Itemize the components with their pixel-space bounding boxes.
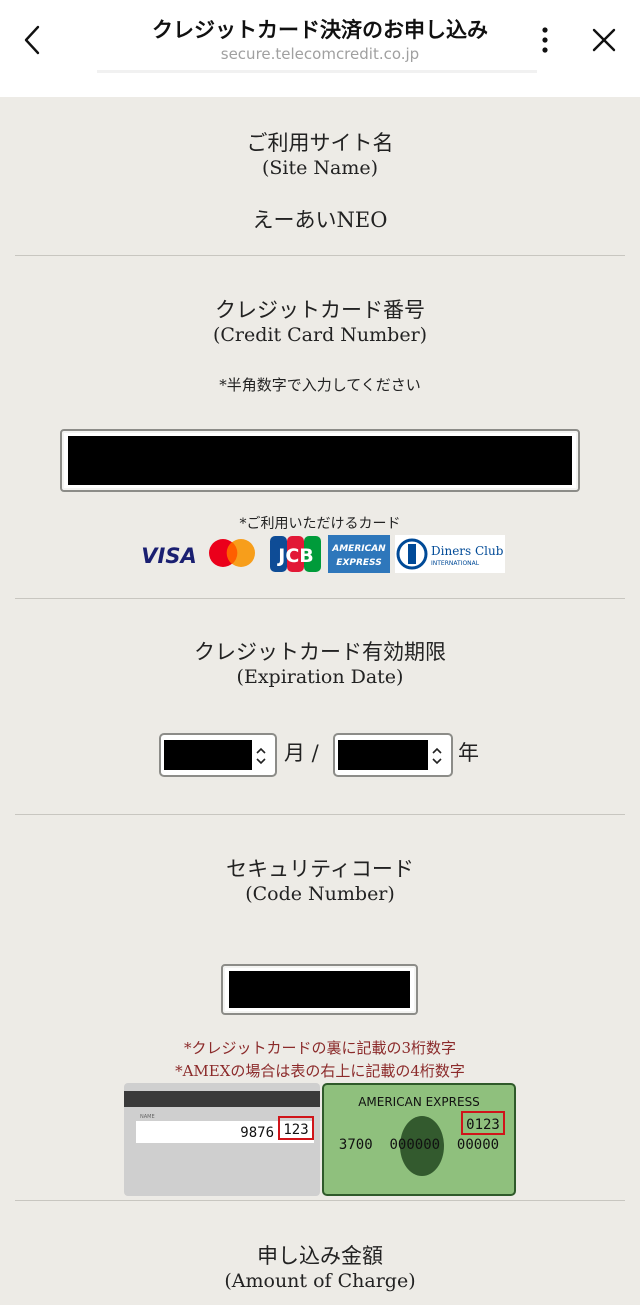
site-name-label: ご利用サイト名 bbox=[246, 131, 394, 155]
card-brand-logos: VISA JCB AMERICAN EXPRESS Diners Club IN… bbox=[140, 533, 510, 575]
amex-logo: AMERICAN EXPRESS bbox=[328, 535, 390, 573]
visa-logo: VISA bbox=[141, 544, 196, 568]
svg-text:9876: 9876 bbox=[240, 1125, 274, 1141]
redacted-value bbox=[68, 436, 572, 485]
card-back-illustration: NAME 9876 123 bbox=[124, 1083, 320, 1196]
mastercard-logo bbox=[209, 539, 255, 567]
chevron-updown-icon bbox=[432, 747, 442, 765]
year-unit: 年 bbox=[458, 741, 479, 765]
svg-text:VISA: VISA bbox=[141, 544, 196, 568]
page-title: クレジットカード決済のお申し込み bbox=[152, 18, 488, 42]
amex-front-illustration: AMERICAN EXPRESS 0123 3700 000000 00000 bbox=[322, 1083, 516, 1196]
amount-label-en: (Amount of Charge) bbox=[224, 1270, 416, 1292]
divider bbox=[15, 255, 625, 256]
card-number-input[interactable] bbox=[60, 429, 580, 492]
divider bbox=[15, 814, 625, 815]
card-number-hint: *半角数字で入力してください bbox=[219, 376, 421, 394]
card-number-label: クレジットカード番号 bbox=[215, 298, 425, 322]
security-code-label-en: (Code Number) bbox=[245, 883, 395, 905]
amount-label: 申し込み金額 bbox=[257, 1244, 383, 1268]
expiry-label: クレジットカード有効期限 bbox=[194, 640, 446, 664]
expiry-label-en: (Expiration Date) bbox=[236, 666, 404, 688]
svg-text:EXPRESS: EXPRESS bbox=[336, 558, 381, 568]
more-menu-icon[interactable] bbox=[530, 22, 560, 58]
svg-text:3700 000000 00000: 3700 000000 00000 bbox=[339, 1137, 499, 1153]
chevron-updown-icon bbox=[256, 747, 266, 765]
expiry-year-select[interactable] bbox=[333, 733, 453, 777]
svg-text:NAME: NAME bbox=[140, 1114, 155, 1120]
security-note-amex: *AMEXの場合は表の右上に記載の4桁数字 bbox=[175, 1062, 465, 1080]
divider bbox=[15, 598, 625, 599]
svg-text:AMERICAN: AMERICAN bbox=[331, 544, 386, 554]
accepted-cards-label: *ご利用いただけるカード bbox=[239, 516, 401, 532]
security-code-label: セキュリティコード bbox=[226, 857, 414, 881]
diners-club-logo: Diners Club INTERNATIONAL bbox=[395, 535, 505, 573]
svg-text:Diners Club: Diners Club bbox=[431, 544, 504, 558]
security-note-back: *クレジットカードの裏に記載の3桁数字 bbox=[183, 1039, 457, 1057]
site-name-value: えーあいNEO bbox=[252, 208, 388, 232]
svg-text:INTERNATIONAL: INTERNATIONAL bbox=[431, 560, 480, 567]
svg-text:0123: 0123 bbox=[466, 1117, 500, 1133]
back-icon[interactable] bbox=[14, 20, 50, 60]
expiry-month-select[interactable] bbox=[159, 733, 277, 777]
svg-text:AMERICAN EXPRESS: AMERICAN EXPRESS bbox=[358, 1095, 480, 1109]
redacted-value bbox=[164, 740, 252, 770]
card-number-label-en: (Credit Card Number) bbox=[212, 324, 428, 346]
month-unit: 月 / bbox=[284, 741, 319, 765]
jcb-logo: JCB bbox=[270, 536, 321, 572]
svg-text:JCB: JCB bbox=[276, 545, 314, 567]
redacted-value bbox=[338, 740, 428, 770]
close-icon[interactable] bbox=[586, 22, 622, 58]
svg-text:123: 123 bbox=[283, 1122, 308, 1138]
divider bbox=[15, 1200, 625, 1201]
browser-header: クレジットカード決済のお申し込み secure.telecomcredit.co… bbox=[0, 0, 640, 97]
security-code-input[interactable] bbox=[221, 964, 418, 1015]
page-url: secure.telecomcredit.co.jp bbox=[220, 45, 420, 63]
site-name-label-en: (Site Name) bbox=[261, 157, 379, 179]
load-progress bbox=[97, 70, 537, 73]
redacted-value bbox=[229, 971, 410, 1008]
